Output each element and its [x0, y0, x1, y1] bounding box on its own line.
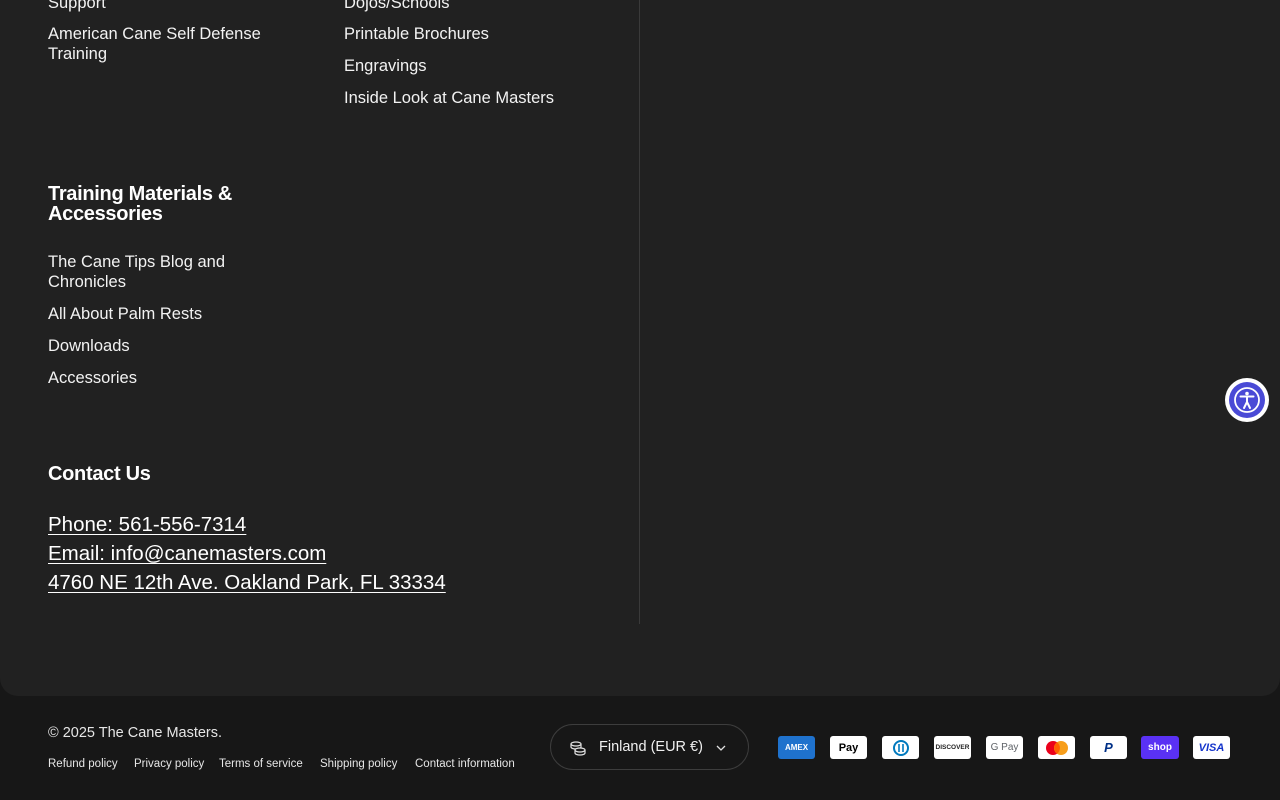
diners-club-icon: [882, 736, 919, 759]
american-express-icon: AMEX: [778, 736, 815, 759]
footer-link-cane-tips-blog[interactable]: The Cane Tips Blog and Chronicles: [48, 252, 268, 292]
footer-link-printable-brochures[interactable]: Printable Brochures: [344, 24, 489, 44]
footer-link-self-defense-training[interactable]: American Cane Self Defense Training: [48, 24, 288, 64]
training-materials-heading: Training Materials & Accessories: [48, 183, 233, 225]
country-selector-label: Finland (EUR €): [599, 739, 703, 755]
paypal-icon: P: [1090, 736, 1127, 759]
refund-policy-link[interactable]: Refund policy: [48, 758, 118, 770]
footer-link-dojos-schools[interactable]: Dojos/Schools: [344, 0, 449, 13]
footer-link-inside-look[interactable]: Inside Look at Cane Masters: [344, 88, 554, 108]
footer-link-engravings[interactable]: Engravings: [344, 56, 427, 76]
footer-bottom-bar: © 2025 The Cane Masters. Refund policy P…: [0, 696, 1280, 800]
contact-us-heading: Contact Us: [48, 463, 151, 485]
column-divider: [639, 0, 640, 624]
accessibility-button[interactable]: [1225, 378, 1269, 422]
contact-address-link[interactable]: 4760 NE 12th Ave. Oakland Park, FL 33334: [48, 570, 446, 596]
country-selector[interactable]: Finland (EUR €): [550, 724, 749, 770]
currency-icon: [570, 741, 586, 756]
footer-link-support[interactable]: Support: [48, 0, 106, 13]
footer-link-palm-rests[interactable]: All About Palm Rests: [48, 304, 202, 324]
google-pay-icon: G Pay: [986, 736, 1023, 759]
footer-link-downloads[interactable]: Downloads: [48, 336, 130, 356]
discover-icon: DISCOVER: [934, 736, 971, 759]
contact-phone-link[interactable]: Phone: 561-556-7314: [48, 512, 246, 538]
terms-of-service-link[interactable]: Terms of service: [219, 758, 303, 770]
shipping-policy-link[interactable]: Shipping policy: [320, 758, 397, 770]
visa-icon: VISA: [1193, 736, 1230, 759]
apple-pay-icon: Pay: [830, 736, 867, 759]
shop-pay-icon: shop: [1141, 736, 1179, 759]
contact-email-link[interactable]: Email: info@canemasters.com: [48, 541, 326, 567]
footer-link-accessories[interactable]: Accessories: [48, 368, 137, 388]
mastercard-icon: [1038, 736, 1075, 759]
footer-main: Support American Cane Self Defense Train…: [0, 0, 1280, 696]
copyright-text: © 2025 The Cane Masters.: [48, 725, 223, 741]
privacy-policy-link[interactable]: Privacy policy: [134, 758, 204, 770]
accessibility-icon: [1234, 387, 1260, 413]
chevron-down-icon: [716, 745, 726, 751]
contact-information-link[interactable]: Contact information: [415, 758, 515, 770]
